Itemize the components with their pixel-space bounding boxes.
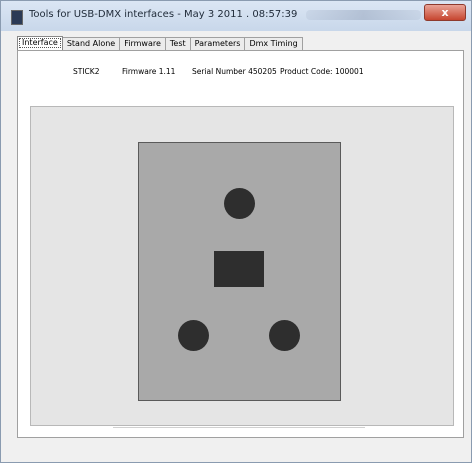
serial-number: Serial Number 450205 xyxy=(192,67,277,76)
center-pin xyxy=(214,251,264,287)
left-pin xyxy=(178,320,209,351)
main-window: Tools for USB-DMX interfaces - May 3 201… xyxy=(0,0,472,463)
firmware-version: Firmware 1.11 xyxy=(122,67,176,76)
title-bar-blur xyxy=(306,10,421,20)
tab-interface[interactable]: Interface xyxy=(17,36,63,50)
title-bar[interactable]: Tools for USB-DMX interfaces - May 3 201… xyxy=(1,1,471,31)
tab-firmware[interactable]: Firmware xyxy=(119,37,166,50)
device-model: STICK2 xyxy=(73,67,100,76)
plug-socket-image xyxy=(138,142,341,401)
close-button[interactable]: x xyxy=(424,4,466,21)
window-title: Tools for USB-DMX interfaces - May 3 201… xyxy=(29,9,298,20)
interface-panel: STICK2 Firmware 1.11 Serial Number 45020… xyxy=(17,50,464,438)
tab-strip: Interface Stand Alone Firmware Test Para… xyxy=(17,36,303,51)
earth-pin xyxy=(224,188,255,219)
app-window-icon[interactable] xyxy=(11,10,23,25)
right-pin xyxy=(269,320,300,351)
tab-dmx-timing[interactable]: Dmx Timing xyxy=(244,37,303,50)
product-code: Product Code: 100001 xyxy=(280,67,364,76)
panel-divider xyxy=(113,427,365,428)
client-area: Interface Stand Alone Firmware Test Para… xyxy=(9,31,465,456)
tab-parameters[interactable]: Parameters xyxy=(189,37,246,50)
device-image-area xyxy=(30,106,454,426)
tab-stand-alone[interactable]: Stand Alone xyxy=(61,37,121,50)
tab-test[interactable]: Test xyxy=(164,37,191,50)
